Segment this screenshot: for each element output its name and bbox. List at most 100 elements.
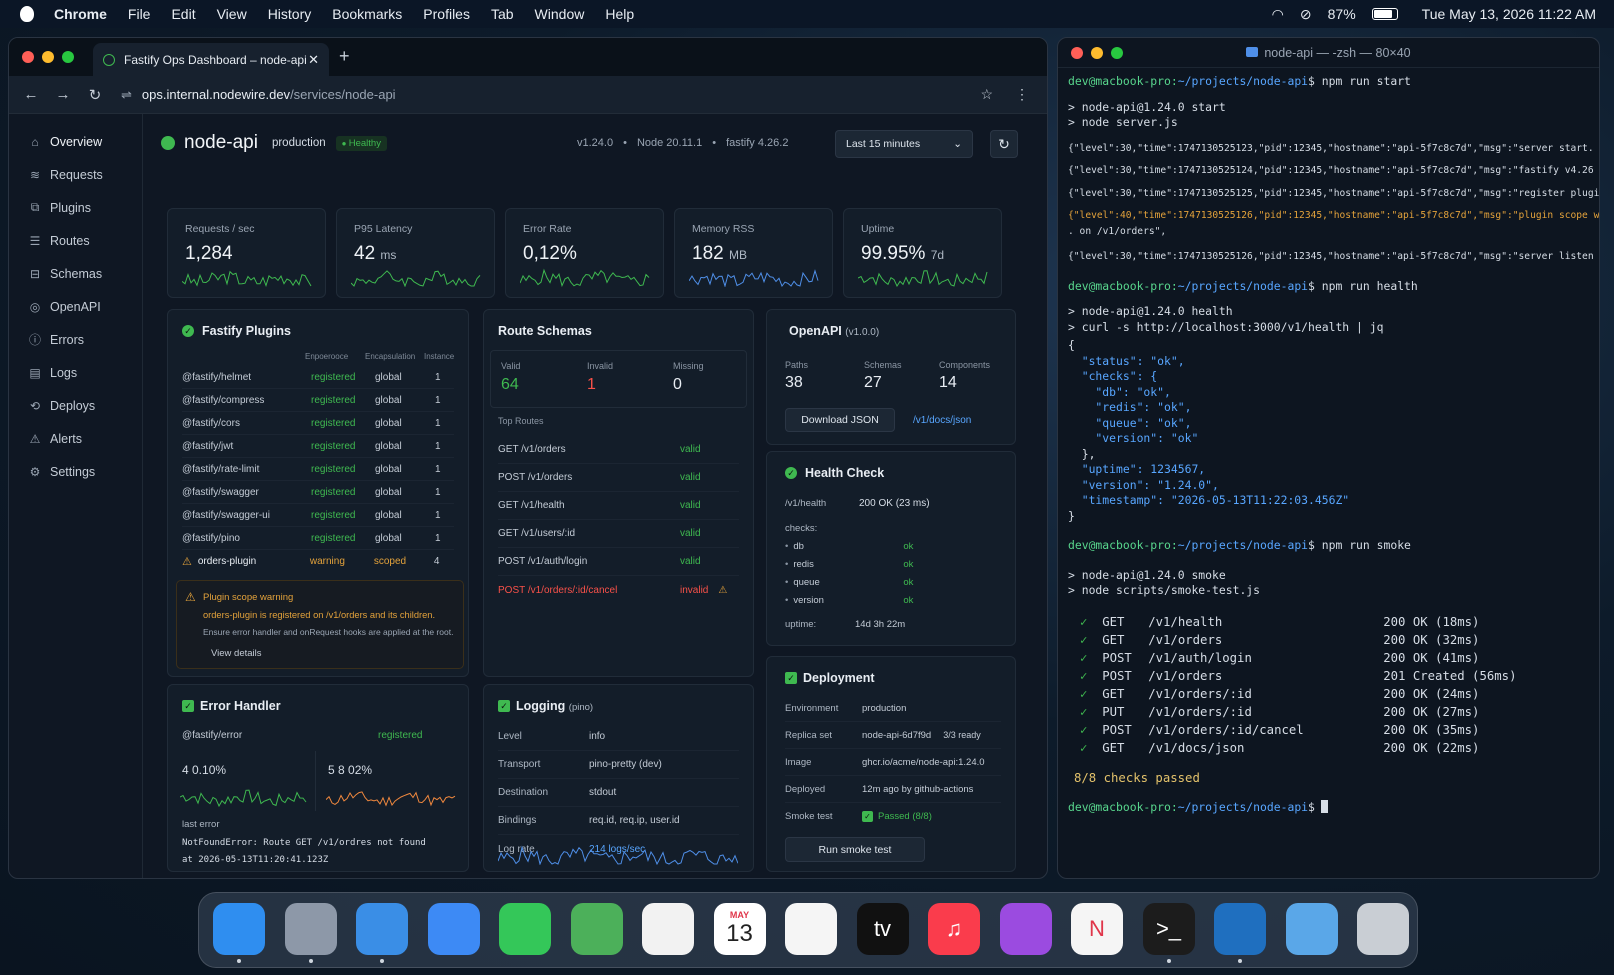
- maps-icon[interactable]: [570, 903, 623, 955]
- launchpad-icon[interactable]: [284, 903, 337, 955]
- close-terminal-button[interactable]: [1071, 46, 1083, 59]
- apple-menu-icon[interactable]: [20, 6, 34, 22]
- time-range-select[interactable]: Last 15 minutes ⌄: [835, 130, 973, 158]
- sidebar-item-requests[interactable]: ≋ Requests: [9, 158, 142, 191]
- news-icon[interactable]: N: [1071, 903, 1123, 955]
- sidebar-item-settings[interactable]: ⚙ Settings: [9, 455, 142, 488]
- view-details-link[interactable]: View details: [211, 648, 262, 659]
- health-check-row: • redis ok: [785, 555, 1001, 573]
- messages-icon[interactable]: [499, 903, 551, 955]
- folder-icon: [1246, 46, 1259, 57]
- mail-icon[interactable]: [427, 903, 480, 955]
- plugin-instances: 1: [435, 486, 441, 498]
- run-smoke-test-button[interactable]: Run smoke test: [785, 837, 925, 862]
- deployment-row: Deployed 12m ago by github-actions: [785, 776, 1001, 803]
- route-row[interactable]: POST /v1/orders/:id/cancel invalid ⚠: [498, 576, 739, 604]
- plugin-row[interactable]: @fastify/cors registered global 1: [182, 412, 454, 435]
- vscode-icon[interactable]: [1214, 903, 1266, 955]
- safari-icon[interactable]: [356, 903, 408, 955]
- music-icon[interactable]: ♫: [928, 903, 980, 955]
- finder-icon[interactable]: [213, 903, 265, 955]
- sidebar-item-deploys[interactable]: ⟲ Deploys: [9, 389, 142, 422]
- zoom-window-button[interactable]: [62, 51, 74, 63]
- back-icon[interactable]: ←: [15, 86, 47, 103]
- reminders-icon[interactable]: [785, 903, 837, 955]
- trash-icon[interactable]: [1357, 903, 1409, 955]
- col-header: Encapsulation: [365, 352, 416, 361]
- terminal-output[interactable]: dev@macbook-pro:~/projects/node-api$ npm…: [1068, 74, 1599, 816]
- forward-icon[interactable]: →: [47, 86, 79, 103]
- bookmark-star-icon[interactable]: ☆: [980, 86, 993, 103]
- more-menu-icon[interactable]: ⋮: [1015, 86, 1029, 103]
- battery-icon[interactable]: [1371, 8, 1398, 20]
- close-tab-icon[interactable]: ✕: [308, 52, 319, 68]
- menu-app-name[interactable]: Chrome: [54, 6, 107, 22]
- menu-bookmarks[interactable]: Bookmarks: [332, 6, 402, 22]
- route-row[interactable]: POST /v1/orders valid: [498, 464, 739, 492]
- kpi-card[interactable]: Uptime 99.95% 7d: [843, 208, 1002, 298]
- menu-edit[interactable]: Edit: [171, 6, 195, 22]
- calendar-icon[interactable]: MAY 13: [713, 903, 766, 955]
- plugin-row[interactable]: @fastify/pino registered global 1: [182, 527, 454, 550]
- menu-window[interactable]: Window: [535, 6, 585, 22]
- plugin-row[interactable]: @fastify/jwt registered global 1: [182, 435, 454, 458]
- site-info-icon[interactable]: ⇌: [121, 87, 132, 103]
- podcasts-icon[interactable]: [999, 903, 1052, 955]
- kpi-card[interactable]: Requests / sec 1,284: [167, 208, 326, 298]
- reload-icon[interactable]: ↻: [79, 86, 111, 104]
- route-row[interactable]: GET /v1/users/:id valid: [498, 520, 739, 548]
- address-bar[interactable]: ⇌ ops.internal.nodewire.dev/services/nod…: [121, 87, 396, 103]
- do-not-disturb-icon[interactable]: ⊘: [1300, 6, 1312, 23]
- plugin-row[interactable]: @fastify/compress registered global 1: [182, 389, 454, 412]
- sidebar-item-schemas[interactable]: ⊟ Schemas: [9, 257, 142, 290]
- download-json-button[interactable]: Download JSON: [785, 408, 895, 432]
- openapi-docs-link[interactable]: /v1/docs/json: [913, 415, 971, 426]
- browser-tab[interactable]: Fastify Ops Dashboard – node-api ✕: [93, 43, 329, 76]
- invalid-label: Invalid: [587, 361, 614, 371]
- menu-history[interactable]: History: [268, 6, 312, 22]
- kpi-label: Requests / sec: [185, 223, 255, 235]
- sidebar-item-overview[interactable]: ⌂ Overview: [9, 125, 142, 158]
- plugin-row[interactable]: @fastify/rate-limit registered global 1: [182, 458, 454, 481]
- plugin-row[interactable]: @fastify/helmet registered global 1: [182, 366, 454, 389]
- close-window-button[interactable]: [22, 51, 34, 63]
- sidebar-item-errors[interactable]: ⓘ Errors: [9, 323, 142, 356]
- smoke-result-line: ✓ PUT /v1/orders/:id 200 OK (27ms): [1068, 703, 1599, 721]
- plugin-row[interactable]: ⚠ orders-plugin warning scoped 4: [182, 550, 454, 573]
- menu-profiles[interactable]: Profiles: [423, 6, 470, 22]
- kpi-card[interactable]: Memory RSS 182 MB: [674, 208, 833, 298]
- status-area: ◠ ⊘ 87% Tue May 13, 2026 11:22 AM: [1272, 0, 1596, 28]
- sidebar-item-openapi[interactable]: ◎ OpenAPI: [9, 290, 142, 323]
- refresh-button[interactable]: ↻: [990, 130, 1018, 158]
- route-row[interactable]: GET /v1/orders valid: [498, 436, 739, 464]
- zoom-terminal-button[interactable]: [1111, 46, 1123, 59]
- sidebar-item-logs[interactable]: ▤ Logs: [9, 356, 142, 389]
- sidebar-openapi-icon: ◎: [29, 299, 41, 314]
- minimize-window-button[interactable]: [42, 51, 54, 63]
- terminal-icon[interactable]: >_: [1142, 903, 1195, 955]
- menu-help[interactable]: Help: [605, 6, 634, 22]
- plugin-row[interactable]: @fastify/swagger registered global 1: [182, 481, 454, 504]
- clock[interactable]: Tue May 13, 2026 11:22 AM: [1422, 6, 1596, 22]
- kpi-card[interactable]: P95 Latency 42 ms: [336, 208, 495, 298]
- photos-icon[interactable]: [642, 903, 694, 955]
- health-result: 200 OK (23 ms): [859, 498, 930, 509]
- battery-percent: 87%: [1327, 6, 1356, 22]
- sidebar-item-routes[interactable]: ☰ Routes: [9, 224, 142, 257]
- route-row[interactable]: POST /v1/auth/login valid: [498, 548, 739, 576]
- sidebar-item-plugins[interactable]: ⧉ Plugins: [9, 191, 142, 224]
- menu-file[interactable]: File: [128, 6, 151, 22]
- minimize-terminal-button[interactable]: [1091, 46, 1103, 59]
- menu-tab[interactable]: Tab: [491, 6, 514, 22]
- plugin-row[interactable]: @fastify/swagger-ui registered global 1: [182, 504, 454, 527]
- route-row[interactable]: GET /v1/health valid: [498, 492, 739, 520]
- new-tab-button[interactable]: +: [339, 46, 350, 67]
- menu-view[interactable]: View: [217, 6, 247, 22]
- apple-tv-icon[interactable]: tv: [856, 903, 909, 955]
- kpi-card[interactable]: Error Rate 0,12%: [505, 208, 664, 298]
- wifi-icon[interactable]: ◠: [1272, 6, 1284, 23]
- plugin-scope: global: [375, 509, 402, 521]
- kpi-value: 99.95% 7d: [861, 243, 944, 265]
- sidebar-item-alerts[interactable]: ⚠ Alerts: [9, 422, 142, 455]
- downloads-icon[interactable]: [1285, 903, 1338, 955]
